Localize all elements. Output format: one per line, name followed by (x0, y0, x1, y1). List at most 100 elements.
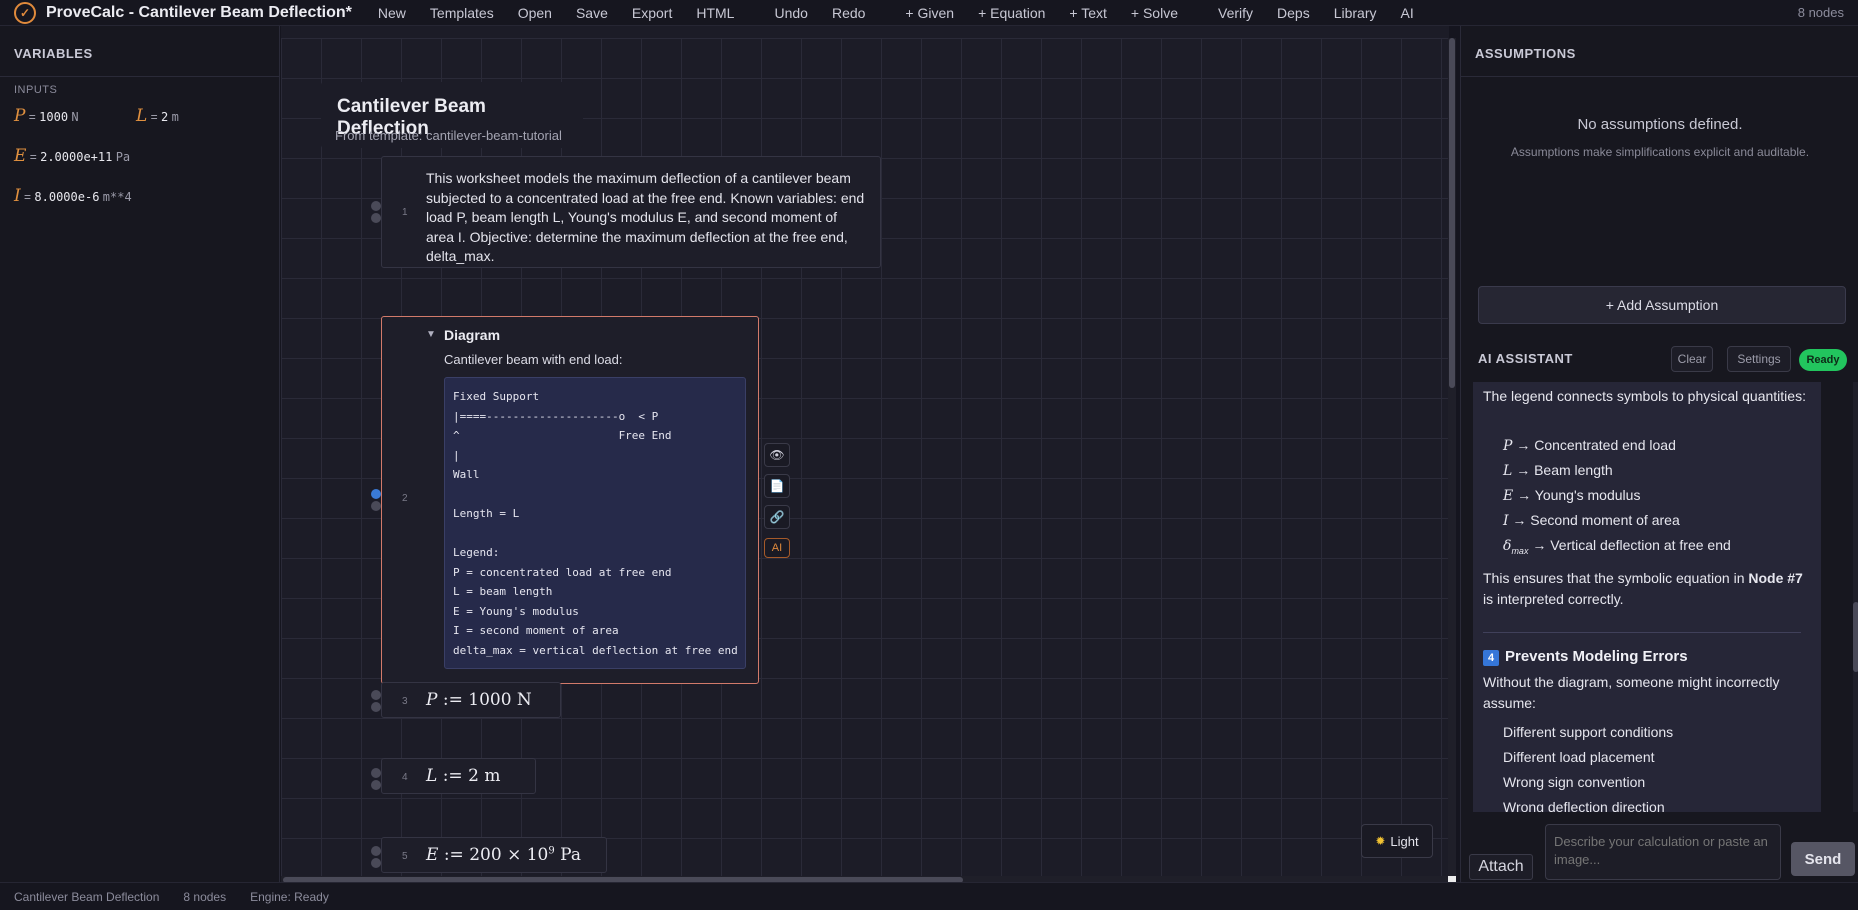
section-heading: 4 Prevents Modeling Errors (1483, 646, 1688, 667)
menu-add-given[interactable]: + Given (905, 5, 954, 21)
eq-assign: := (442, 690, 463, 710)
menu-add-equation[interactable]: + Equation (978, 5, 1045, 21)
variable-symbol: L (136, 106, 148, 126)
add-assumption-button[interactable]: + Add Assumption (1478, 286, 1846, 324)
chat-scrollbar[interactable] (1853, 382, 1858, 812)
worksheet-title-card: Cantilever Beam Deflection From template… (321, 82, 583, 148)
legend-text: → Young's modulus (1517, 487, 1641, 503)
divider (0, 76, 280, 77)
menu-open[interactable]: Open (518, 5, 552, 21)
top-bar: ✓ ProveCalc - Cantilever Beam Deflection… (0, 0, 1858, 26)
menu-library[interactable]: Library (1334, 5, 1377, 21)
node-handle[interactable] (371, 846, 381, 856)
node-handle[interactable] (371, 690, 381, 700)
menu-new[interactable]: New (378, 5, 406, 21)
equation: L := 2 m (426, 766, 500, 786)
eq-rhs: 2 m (468, 766, 501, 786)
legend-item: E → Young's modulus (1503, 485, 1640, 507)
menu-add-text[interactable]: + Text (1069, 5, 1107, 21)
variable-value: 1000 (39, 110, 69, 124)
variable-i[interactable]: I = 8.0000e-6 m**4 (14, 186, 132, 206)
node-handle[interactable] (371, 768, 381, 778)
canvas-vertical-scrollbar[interactable] (1448, 38, 1456, 878)
legend-item: δmax → Vertical deflection at free end (1503, 535, 1731, 562)
node-handle[interactable] (371, 213, 381, 223)
diagram-caption: Cantilever beam with end load: (444, 352, 623, 367)
scrollbar-thumb[interactable] (1449, 38, 1455, 388)
menu-templates[interactable]: Templates (430, 5, 494, 21)
diagram-ascii: Fixed Support |====--------------------o… (444, 377, 746, 669)
menu-ai[interactable]: AI (1401, 5, 1414, 21)
settings-button[interactable]: Settings (1727, 346, 1791, 372)
legend-symbol: P (1503, 438, 1513, 454)
eq-symbol: E (426, 845, 439, 865)
scrollbar-thumb[interactable] (1853, 602, 1858, 672)
legend-text: → Vertical deflection at free end (1532, 537, 1731, 553)
clear-button[interactable]: Clear (1671, 346, 1713, 372)
legend-item: P → Concentrated end load (1503, 435, 1676, 457)
diagram-node[interactable]: 2 ▼ Diagram Cantilever beam with end loa… (381, 316, 759, 684)
divider (1483, 632, 1801, 633)
eq-assign: := (443, 845, 464, 865)
node-number: 1 (402, 207, 408, 218)
worksheet-canvas[interactable]: Cantilever Beam Deflection From template… (281, 38, 1449, 878)
equation: E := 200 × 109 Pa (426, 845, 581, 865)
legend-symbol: L (1503, 463, 1513, 479)
attach-button[interactable]: Attach (1469, 854, 1533, 880)
eq-rhs-post: Pa (554, 845, 581, 865)
menu-save[interactable]: Save (576, 5, 608, 21)
link-icon[interactable]: 🔗 (764, 505, 790, 529)
eq-symbol: L (426, 766, 438, 786)
app-title: ProveCalc - Cantilever Beam Deflection* (46, 3, 352, 21)
list-item: Wrong sign convention (1503, 774, 1646, 790)
main-menu: New Templates Open Save Export HTML Undo… (378, 5, 1438, 21)
status-badge: Ready (1799, 349, 1847, 371)
eq-symbol: P (426, 690, 438, 710)
menu-export[interactable]: Export (632, 5, 672, 21)
node-handle[interactable] (371, 501, 381, 511)
theme-toggle-button[interactable]: ✹ Light (1361, 824, 1433, 858)
variable-symbol: P (14, 106, 26, 126)
status-nodes: 8 nodes (183, 889, 227, 904)
collapse-triangle-icon[interactable]: ▼ (426, 329, 436, 340)
node-handle[interactable] (371, 858, 381, 868)
ai-tool-button[interactable]: AI (764, 538, 790, 558)
text: This ensures that the symbolic equation … (1483, 570, 1749, 586)
status-engine: Engine: Ready (250, 889, 329, 904)
document-icon[interactable]: 📄 (764, 474, 790, 498)
ai-chat-message: The legend connects symbols to physical … (1473, 382, 1821, 812)
menu-undo[interactable]: Undo (774, 5, 807, 21)
canvas-top-strip (281, 26, 1449, 38)
node-handle[interactable] (371, 201, 381, 211)
text-node[interactable]: 1 This worksheet models the maximum defl… (381, 156, 881, 268)
assumptions-header: ASSUMPTIONS (1475, 46, 1576, 61)
theme-label: Light (1390, 833, 1419, 849)
ai-assistant-header: AI ASSISTANT (1478, 351, 1573, 366)
eye-icon[interactable]: 👁 (764, 443, 790, 467)
menu-add-solve[interactable]: + Solve (1131, 5, 1178, 21)
node-handle-selected[interactable] (371, 489, 381, 499)
send-button[interactable]: Send (1791, 842, 1855, 876)
variable-p[interactable]: P = 1000 N (14, 106, 79, 126)
variable-e[interactable]: E = 2.0000e+11 Pa (14, 146, 130, 166)
given-node-e[interactable]: 5 E := 200 × 109 Pa (381, 837, 607, 873)
given-node-l[interactable]: 4 L := 2 m (381, 758, 536, 794)
legend-symbol: E (1503, 488, 1514, 504)
sun-icon: ✹ (1375, 834, 1386, 848)
list-item: Wrong deflection direction (1503, 799, 1665, 812)
node-handle[interactable] (371, 780, 381, 790)
node-handle[interactable] (371, 702, 381, 712)
menu-redo[interactable]: Redo (832, 5, 865, 21)
legend-symbol: I (1503, 513, 1509, 529)
number-4-icon: 4 (1483, 650, 1499, 666)
menu-deps[interactable]: Deps (1277, 5, 1310, 21)
variable-value: 2 (160, 110, 169, 124)
given-node-p[interactable]: 3 P := 1000 N (381, 682, 561, 718)
menu-html[interactable]: HTML (696, 5, 734, 21)
chat-input[interactable] (1545, 824, 1781, 880)
eq-assign: := (442, 766, 463, 786)
chat-paragraph: This ensures that the symbolic equation … (1483, 568, 1813, 610)
variable-l[interactable]: L = 2 m (136, 106, 179, 126)
menu-verify[interactable]: Verify (1218, 5, 1253, 21)
assumptions-help-text: Assumptions make simplifications explici… (1510, 145, 1810, 159)
